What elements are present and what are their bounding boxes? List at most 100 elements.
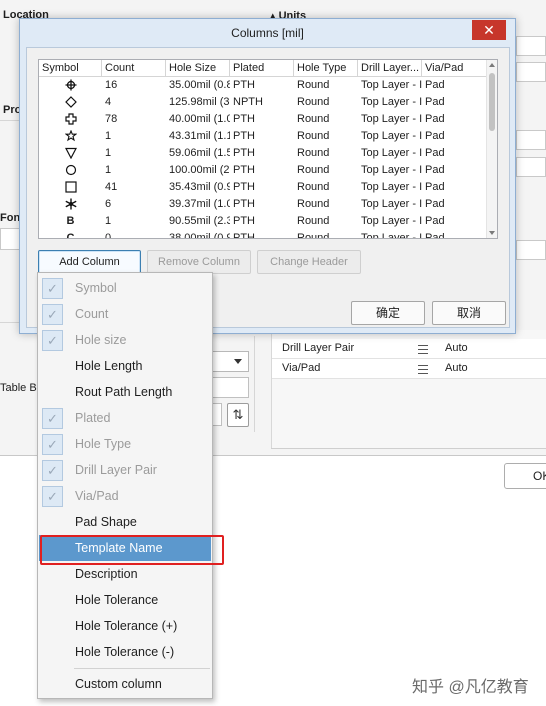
- cell-via-pad: Pad: [425, 181, 445, 193]
- menu-item-count[interactable]: ✓ Count: [39, 301, 211, 327]
- scroll-up-icon[interactable]: [489, 63, 495, 67]
- square-icon: [64, 181, 77, 193]
- asterisk-icon: [64, 198, 77, 210]
- scroll-down-icon[interactable]: [489, 231, 495, 235]
- property-value: Auto: [445, 362, 468, 374]
- cell-hole-type: Round: [297, 130, 330, 142]
- units-field-1[interactable]: [516, 36, 546, 56]
- menu-item-rout-path-length[interactable]: Rout Path Length: [39, 379, 211, 405]
- cell-hole-size: 39.37mil (1.0: [169, 198, 230, 210]
- check-icon: ✓: [42, 278, 63, 299]
- cell-via-pad: Pad: [425, 198, 445, 210]
- header-symbol[interactable]: Symbol: [39, 60, 102, 77]
- table-row[interactable]: 4 125.98mil (3 NPTH Round Top Layer - I Pad: [39, 94, 488, 111]
- property-value: Auto: [445, 342, 468, 354]
- dialog-title: Columns [mil]: [231, 26, 304, 40]
- cell-plated: NPTH: [233, 96, 263, 108]
- table-row[interactable]: 78 40.00mil (1.0 PTH Round Top Layer - I Pad: [39, 111, 488, 128]
- cell-plated: PTH: [233, 215, 255, 227]
- table-b-label: Table B: [0, 382, 37, 394]
- table-row[interactable]: B 1 90.55mil (2.3 PTH Round Top Layer - I Pad: [39, 213, 488, 230]
- cross-circle-icon: [65, 79, 77, 91]
- menu-item-label: Hole Tolerance (+): [75, 619, 178, 633]
- menu-item-drill-layer-pair[interactable]: ✓ Drill Layer Pair: [39, 457, 211, 483]
- table-input[interactable]: [210, 377, 249, 398]
- header-plated[interactable]: Plated: [230, 60, 294, 77]
- units-field-2[interactable]: [516, 62, 546, 82]
- add-column-button[interactable]: Add Column: [38, 250, 141, 274]
- menu-item-via-pad[interactable]: ✓ Via/Pad: [39, 483, 211, 509]
- menu-item-hole-tolerance[interactable]: Hole Tolerance (-): [39, 639, 211, 665]
- menu-item-hole-type[interactable]: ✓ Hole Type: [39, 431, 211, 457]
- cell-symbol: [39, 179, 102, 196]
- remove-column-button[interactable]: Remove Column: [147, 250, 251, 274]
- table-row[interactable]: 1 59.06mil (1.5 PTH Round Top Layer - I Pad: [39, 145, 488, 162]
- cell-hole-type: Round: [297, 181, 330, 193]
- cell-drill-layer: Top Layer - I: [361, 198, 422, 210]
- menu-item-hole-size[interactable]: ✓ Hole size: [39, 327, 211, 353]
- circle-icon: [65, 164, 77, 176]
- table-row[interactable]: 1 100.00mil (2 PTH Round Top Layer - I Pad: [39, 162, 488, 179]
- ok-button[interactable]: 确定: [351, 301, 425, 325]
- cell-drill-layer: Top Layer - I: [361, 130, 422, 142]
- units-field-3[interactable]: [516, 130, 546, 150]
- check-icon: ✓: [42, 330, 63, 351]
- property-row[interactable]: Drill Layer Pair Auto: [272, 339, 546, 359]
- menu-item-template-name[interactable]: Template Name: [39, 535, 211, 561]
- header-hole-type[interactable]: Hole Type: [294, 60, 358, 77]
- menu-item-hole-length[interactable]: Hole Length: [39, 353, 211, 379]
- cell-via-pad: Pad: [425, 164, 445, 176]
- parent-ok-button[interactable]: OK: [504, 463, 546, 489]
- header-count[interactable]: Count: [102, 60, 166, 77]
- units-field-4[interactable]: [516, 157, 546, 177]
- menu-item-hole-tolerance[interactable]: Hole Tolerance (+): [39, 613, 211, 639]
- cell-hole-size: 125.98mil (3: [169, 96, 230, 108]
- grid-scrollbar[interactable]: [486, 60, 497, 238]
- menu-item-label: Via/Pad: [75, 489, 119, 503]
- cell-symbol: [39, 111, 102, 128]
- add-column-menu: ✓ Symbol ✓ Count ✓ Hole size Hole Length Rout P…: [37, 272, 213, 699]
- cell-hole-type: Round: [297, 147, 330, 159]
- menu-item-plated[interactable]: ✓ Plated: [39, 405, 211, 431]
- cell-plated: PTH: [233, 198, 255, 210]
- cell-hole-size: 59.06mil (1.5: [169, 147, 230, 159]
- menu-item-description[interactable]: Description: [39, 561, 211, 587]
- cell-symbol: [39, 162, 102, 179]
- table-select[interactable]: [210, 351, 249, 372]
- menu-separator: [74, 668, 210, 669]
- header-via-pad[interactable]: Via/Pad: [422, 60, 488, 77]
- cell-count: 4: [105, 96, 112, 108]
- diamond-icon: [64, 96, 77, 108]
- divider-1: [0, 120, 19, 121]
- table-row[interactable]: 6 39.37mil (1.0 PTH Round Top Layer - I Pad: [39, 196, 488, 213]
- menu-item-custom-column[interactable]: Custom column: [39, 671, 211, 697]
- close-button[interactable]: ✕: [472, 20, 506, 40]
- menu-item-label: Symbol: [75, 281, 117, 295]
- menu-item-label: Hole size: [75, 333, 127, 347]
- font-field[interactable]: [0, 228, 20, 250]
- menu-item-hole-tolerance[interactable]: Hole Tolerance: [39, 587, 211, 613]
- table-row[interactable]: 16 35.00mil (0.8 PTH Round Top Layer - I Pad: [39, 77, 488, 94]
- change-header-button[interactable]: Change Header: [257, 250, 361, 274]
- cell-hole-size: 35.00mil (0.8: [169, 79, 230, 91]
- header-drill-layer[interactable]: Drill Layer...: [358, 60, 422, 77]
- cell-hole-size: 100.00mil (2: [169, 164, 230, 176]
- header-hole-size[interactable]: Hole Size: [166, 60, 230, 77]
- property-row[interactable]: Via/Pad Auto: [272, 359, 546, 379]
- swap-icon[interactable]: ⇅: [227, 403, 249, 427]
- cell-symbol: [39, 94, 102, 111]
- table-row[interactable]: C 0 38.00mil (0.9 PTH Round Top Layer - I Pad: [39, 230, 488, 239]
- table-row[interactable]: 41 35.43mil (0.9 PTH Round Top Layer - I Pad: [39, 179, 488, 196]
- units-field-5[interactable]: [516, 240, 546, 260]
- cancel-button[interactable]: 取消: [432, 301, 506, 325]
- menu-item-pad-shape[interactable]: Pad Shape: [39, 509, 211, 535]
- cell-drill-layer: Top Layer - I: [361, 215, 422, 227]
- menu-item-label: Rout Path Length: [75, 385, 173, 399]
- cell-plated: PTH: [233, 232, 255, 239]
- cell-count: 1: [105, 164, 112, 176]
- scroll-thumb[interactable]: [489, 73, 495, 131]
- divider-3: [254, 336, 255, 432]
- table-row[interactable]: 1 43.31mil (1.1 PTH Round Top Layer - I Pad: [39, 128, 488, 145]
- menu-item-symbol[interactable]: ✓ Symbol: [39, 275, 211, 301]
- cell-drill-layer: Top Layer - I: [361, 181, 422, 193]
